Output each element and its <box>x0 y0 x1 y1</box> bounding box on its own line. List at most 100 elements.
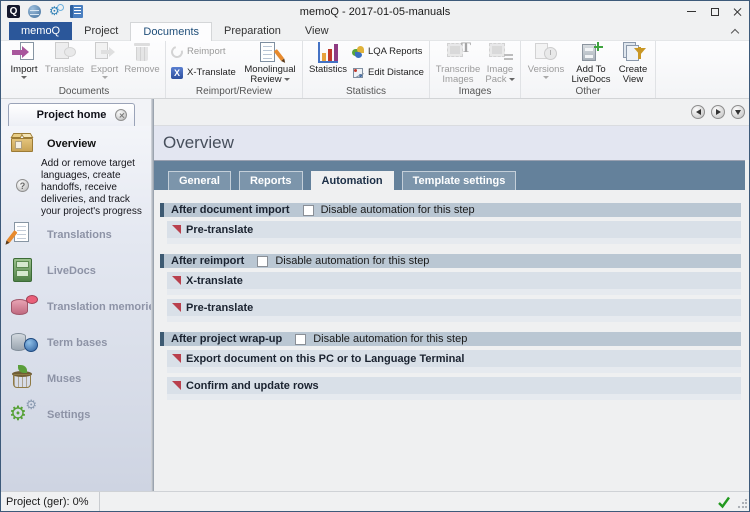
add-to-livedocs-button[interactable]: Add To LiveDocs <box>568 41 614 86</box>
forward-icon <box>716 109 721 115</box>
automation-group-after-reimport: After reimport Disable automation for th… <box>160 254 741 322</box>
group-header: After reimport Disable automation for th… <box>160 254 741 268</box>
translate-button[interactable]: Translate <box>42 41 87 86</box>
sidebar-item-overview[interactable]: Overview <box>1 130 151 157</box>
close-pane-icon[interactable] <box>115 109 127 121</box>
help-icon[interactable]: ? <box>16 179 29 192</box>
group-label-reimport-review: Reimport/Review <box>169 86 299 98</box>
memoq-logo-icon[interactable]: Q <box>7 5 20 18</box>
minimize-button[interactable] <box>680 1 703 22</box>
action-row[interactable]: Pre-translate <box>167 299 741 316</box>
tab-reports[interactable]: Reports <box>239 171 303 190</box>
sidebar-item-term-bases[interactable]: Term bases <box>1 329 151 356</box>
transcribe-images-icon: T <box>445 42 471 64</box>
group-label-images: Images <box>433 86 517 98</box>
red-flag-icon <box>172 354 181 363</box>
ribbon-tab-documents[interactable]: Documents <box>130 22 212 41</box>
edit-distance-icon <box>352 67 364 79</box>
back-icon <box>696 109 701 115</box>
resize-grip[interactable] <box>737 499 747 509</box>
action-row[interactable]: X-translate <box>167 272 741 289</box>
export-button[interactable]: Export <box>87 41 122 86</box>
sidebar-item-translations[interactable]: Translations <box>1 221 151 248</box>
close-button[interactable] <box>726 1 749 22</box>
x-translate-button[interactable]: X X-Translate <box>169 66 241 79</box>
ribbon-group-other: Versions Add To LiveDocs Create View Oth… <box>521 41 656 98</box>
minimize-icon <box>687 11 696 12</box>
lqa-reports-icon <box>352 46 364 58</box>
nav-menu-button[interactable] <box>731 105 745 119</box>
ribbon-group-documents: Import Translate Export Remove Document <box>3 41 166 98</box>
maximize-icon <box>711 8 719 16</box>
project-progress: Project (ger): 0% <box>1 492 100 511</box>
ribbon-tab-preparation[interactable]: Preparation <box>212 22 293 40</box>
translate-icon <box>52 42 78 64</box>
remove-button[interactable]: Remove <box>122 41 162 86</box>
term-bases-icon <box>9 329 39 356</box>
maximize-button[interactable] <box>703 1 726 22</box>
reimport-button[interactable]: Reimport <box>169 45 241 58</box>
globe-icon[interactable] <box>28 5 41 18</box>
close-icon <box>733 7 742 16</box>
tab-automation[interactable]: Automation <box>311 171 394 190</box>
red-flag-icon <box>172 303 181 312</box>
ribbon-tab-project[interactable]: Project <box>72 22 130 40</box>
image-pack-button[interactable]: Image Pack <box>483 41 517 86</box>
group-header: After project wrap-up Disable automation… <box>160 332 741 346</box>
disable-automation-checkbox[interactable] <box>295 334 306 345</box>
automation-panel: After document import Disable automation… <box>154 190 749 491</box>
edit-distance-button[interactable]: Edit Distance <box>350 66 426 79</box>
tab-general[interactable]: General <box>168 171 231 190</box>
main-area: Project home Overview ? Add or remove ta… <box>1 99 749 491</box>
sidebar-tab-row: Project home <box>1 99 151 126</box>
statistics-icon <box>315 42 341 64</box>
automation-group-after-project-wrap-up: After project wrap-up Disable automation… <box>160 332 741 400</box>
sidebar-item-muses[interactable]: Muses <box>1 365 151 392</box>
collapse-ribbon-icon[interactable] <box>732 28 739 35</box>
red-flag-icon <box>172 225 181 234</box>
chevron-down-icon <box>735 110 741 115</box>
overview-description-wrap: ? Add or remove target languages, create… <box>41 158 145 218</box>
project-home-label: Project home <box>37 109 107 121</box>
red-flag-icon <box>172 381 181 390</box>
ribbon-tab-memoq[interactable]: memoQ <box>9 22 72 40</box>
window-controls <box>680 1 749 22</box>
export-icon <box>92 42 118 64</box>
sidebar: Project home Overview ? Add or remove ta… <box>1 99 151 491</box>
nav-forward-button[interactable] <box>711 105 725 119</box>
versions-button[interactable]: Versions <box>524 41 568 86</box>
disable-automation-checkbox[interactable] <box>303 205 314 216</box>
app-window: Q ⚙ memoQ - 2017-01-05-manuals memoQ Pro… <box>0 0 750 512</box>
sidebar-item-translation-memories[interactable]: Translation memories <box>1 293 151 320</box>
sidebar-item-settings[interactable]: ⚙⚙ Settings <box>1 401 151 428</box>
status-ok-icon <box>717 495 731 509</box>
project-home-tab[interactable]: Project home <box>8 103 135 126</box>
dropdown-caret-icon <box>543 76 549 79</box>
ribbon-tab-view[interactable]: View <box>293 22 341 40</box>
action-row[interactable]: Pre-translate <box>167 221 741 238</box>
statistics-button[interactable]: Statistics <box>306 41 350 86</box>
gears-icon[interactable]: ⚙ <box>49 5 62 18</box>
book-icon[interactable] <box>70 5 83 18</box>
group-label-statistics: Statistics <box>306 86 426 98</box>
add-to-livedocs-icon <box>578 42 604 64</box>
nav-back-button[interactable] <box>691 105 705 119</box>
disable-automation-checkbox[interactable] <box>257 256 268 267</box>
transcribe-images-button[interactable]: T Transcribe Images <box>433 41 483 86</box>
import-button[interactable]: Import <box>6 41 42 86</box>
image-pack-icon <box>487 42 513 64</box>
group-label-other: Other <box>524 86 652 98</box>
create-view-button[interactable]: Create View <box>614 41 652 86</box>
title-bar: Q ⚙ memoQ - 2017-01-05-manuals <box>1 1 749 22</box>
monolingual-review-button[interactable]: Monolingual Review <box>241 41 299 86</box>
sidebar-item-livedocs[interactable]: LiveDocs <box>1 257 151 284</box>
content-pane: Overview General Reports Automation Temp… <box>154 99 749 491</box>
tab-template-settings[interactable]: Template settings <box>402 171 517 190</box>
livedocs-icon <box>9 257 39 284</box>
settings-icon: ⚙⚙ <box>9 401 39 428</box>
sidebar-items: Overview ? Add or remove target language… <box>1 126 151 437</box>
action-row[interactable]: Export document on this PC or to Languag… <box>167 350 741 367</box>
group-label-documents: Documents <box>6 86 162 98</box>
lqa-reports-button[interactable]: LQA Reports <box>350 45 426 58</box>
action-row[interactable]: Confirm and update rows <box>167 377 741 394</box>
